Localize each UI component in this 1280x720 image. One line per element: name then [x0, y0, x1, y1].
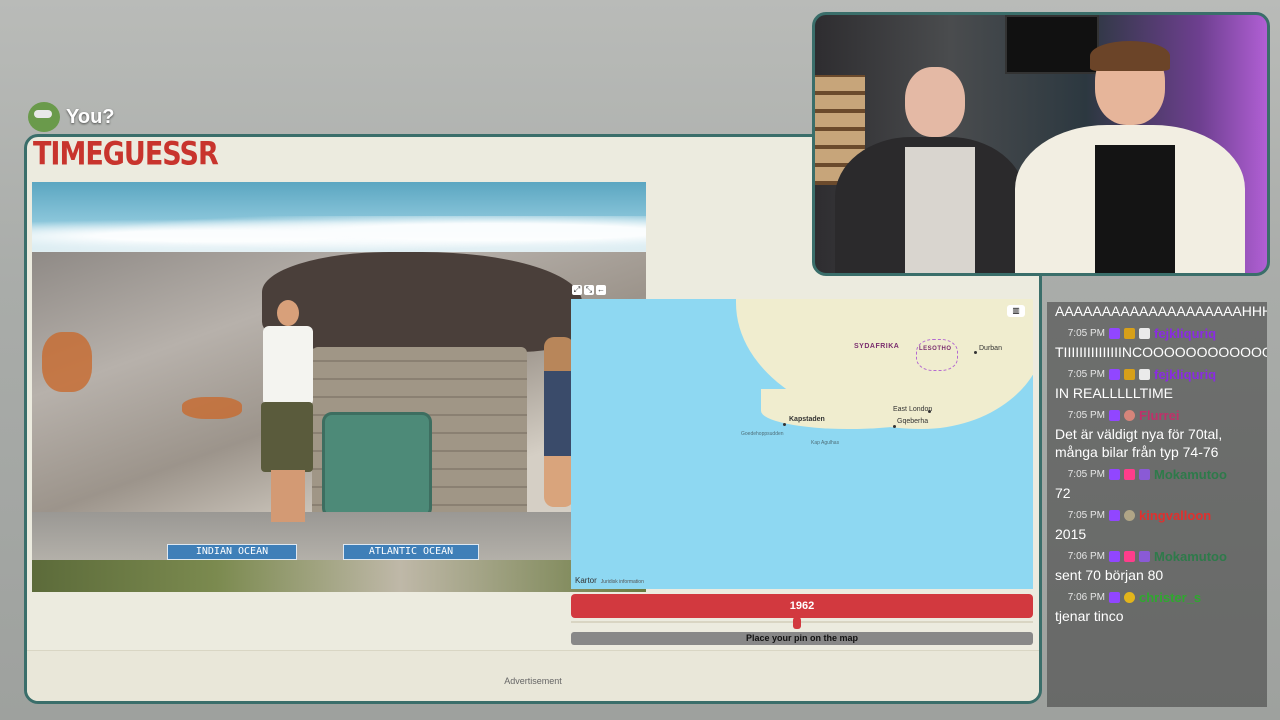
you-label: You?: [28, 102, 115, 132]
chat-text: 2015: [1055, 526, 1087, 542]
chat-text: sent 70 början 80: [1055, 567, 1164, 583]
subscriber-badge-icon: [1124, 327, 1135, 339]
twitch-badge-icon: [1109, 409, 1120, 421]
map-attribution: Kartor Juridisk information: [575, 576, 644, 585]
chat-text: Det är väldigt nya för 70tal, många bila…: [1055, 426, 1223, 460]
chat-text: AAAAAAAAAAAAAAAAAAAAHHHHHHH: [1055, 303, 1267, 319]
expand-map-icon[interactable]: ⤢: [572, 285, 582, 295]
sign-indian-ocean: INDIAN OCEAN: [167, 544, 297, 560]
mute-badge-icon: [1139, 327, 1150, 339]
map-city-durban: Durban: [979, 345, 1002, 352]
avatar-badge-icon: [1124, 409, 1135, 421]
chat-panel: AAAAAAAAAAAAAAAAAAAAHHHHHHH 7:05 PM fejk…: [1047, 302, 1267, 707]
map-label-lesotho: LESOTHO: [919, 346, 952, 352]
gamepad-badge-icon: [1139, 468, 1150, 480]
chat-username[interactable]: fejkliquriq: [1154, 326, 1216, 341]
advertisement-bar: Advertisement: [27, 650, 1039, 701]
bag-badge-icon: [1124, 591, 1135, 603]
chat-message: 7:05 PM fejkliquriq IN REALLLLLTIME: [1047, 364, 1267, 402]
chat-message: 7:06 PM Mokamutoo sent 70 början 80: [1047, 546, 1267, 584]
chat-message: 7:06 PM christer_s tjenar tinco: [1047, 587, 1267, 625]
map-toolbar: ⤢ ⤡ ←: [572, 285, 606, 295]
year-slider-track[interactable]: [571, 621, 1033, 623]
twitch-badge-icon: [1109, 368, 1120, 380]
twitch-badge-icon: [1109, 591, 1120, 603]
gamepad-badge-icon: [1139, 550, 1150, 562]
webcam-person-right: [1005, 41, 1245, 273]
year-slider-thumb[interactable]: [793, 617, 801, 629]
chat-text: tjenar tinco: [1055, 608, 1124, 624]
year-display: 1962: [571, 594, 1033, 618]
photo-plaque: [322, 412, 432, 518]
webcam-feed: [812, 12, 1270, 276]
chat-username[interactable]: Mokamutoo: [1154, 467, 1227, 482]
chat-time: 7:05 PM: [1067, 327, 1105, 339]
timeguessr-logo: TIMEGUESSR: [33, 135, 219, 174]
chat-message: 7:05 PM Flurrei Det är väldigt nya för 7…: [1047, 405, 1267, 461]
chat-username[interactable]: christer_s: [1139, 590, 1201, 605]
chat-time: 7:06 PM: [1067, 591, 1105, 603]
map-city-gqeberha: Gqeberha: [897, 418, 929, 425]
chat-username[interactable]: Mokamutoo: [1154, 549, 1227, 564]
chat-message: 7:05 PM kingvalloon 2015: [1047, 505, 1267, 543]
place-pin-button[interactable]: Place your pin on the map: [571, 632, 1033, 645]
twitch-badge-icon: [1109, 327, 1120, 339]
chat-message: AAAAAAAAAAAAAAAAAAAAHHHHHHH: [1047, 302, 1267, 320]
hype-badge-icon: [1124, 550, 1135, 562]
pepe-avatar-icon: [28, 102, 60, 132]
map-label-small: Kap Agulhas: [811, 440, 840, 446]
chat-text: 72: [1055, 485, 1071, 501]
location-photo: INDIAN OCEAN ATLANTIC OCEAN: [32, 182, 646, 592]
chat-username[interactable]: kingvalloon: [1139, 508, 1211, 523]
map-label-country: SYDAFRIKA: [854, 343, 900, 350]
photo-woman: [544, 337, 574, 507]
map-city-kapstaden: Kapstaden: [789, 416, 825, 423]
mute-badge-icon: [1139, 368, 1150, 380]
chat-time: 7:06 PM: [1067, 550, 1105, 562]
map-city-dot: [893, 425, 896, 428]
apple-kartor-label: Kartor: [575, 576, 597, 585]
twitch-badge-icon: [1109, 468, 1120, 480]
map-label-small: Goedehoppsudden: [741, 431, 784, 437]
map-city-east-london: East London: [893, 406, 933, 413]
chat-time: 7:05 PM: [1067, 368, 1105, 380]
chat-time: 7:05 PM: [1067, 509, 1105, 521]
photo-man: [257, 300, 319, 525]
twitch-badge-icon: [1109, 550, 1120, 562]
shrink-map-icon[interactable]: ⤡: [584, 285, 594, 295]
photo-lichen: [42, 332, 92, 392]
map-city-dot: [974, 351, 977, 354]
sign-atlantic-ocean: ATLANTIC OCEAN: [343, 544, 479, 560]
advertisement-label: Advertisement: [504, 676, 562, 686]
map-city-dot: [783, 423, 786, 426]
chat-username[interactable]: fejkliquriq: [1154, 367, 1216, 382]
map-lesotho-border: [916, 339, 958, 371]
twitch-badge-icon: [1109, 509, 1120, 521]
chat-text: TIIIIIIIIIIIIIIINCOOOOOOOOOOOO: [1055, 344, 1267, 360]
chat-time: 7:05 PM: [1067, 468, 1105, 480]
photo-lichen: [182, 397, 242, 419]
chat-message: 7:05 PM fejkliquriq TIIIIIIIIIIIIIIINCOO…: [1047, 323, 1267, 361]
guess-map[interactable]: SYDAFRIKA LESOTHO Kapstaden East London …: [571, 299, 1033, 589]
hype-badge-icon: [1124, 468, 1135, 480]
chat-message: 7:05 PM Mokamutoo 72: [1047, 464, 1267, 502]
you-text: You?: [66, 105, 115, 128]
pepe-badge-icon: [1124, 509, 1135, 521]
chat-username[interactable]: Flurrei: [1139, 408, 1179, 423]
back-arrow-icon[interactable]: ←: [596, 285, 606, 295]
chat-text: IN REALLLLLTIME: [1055, 385, 1174, 401]
map-style-icon[interactable]: ▥: [1007, 305, 1025, 317]
legal-link[interactable]: Juridisk information: [601, 579, 644, 585]
subscriber-badge-icon: [1124, 368, 1135, 380]
webcam-person-left: [835, 67, 1025, 273]
photo-grass: [32, 560, 646, 592]
chat-time: 7:05 PM: [1067, 409, 1105, 421]
